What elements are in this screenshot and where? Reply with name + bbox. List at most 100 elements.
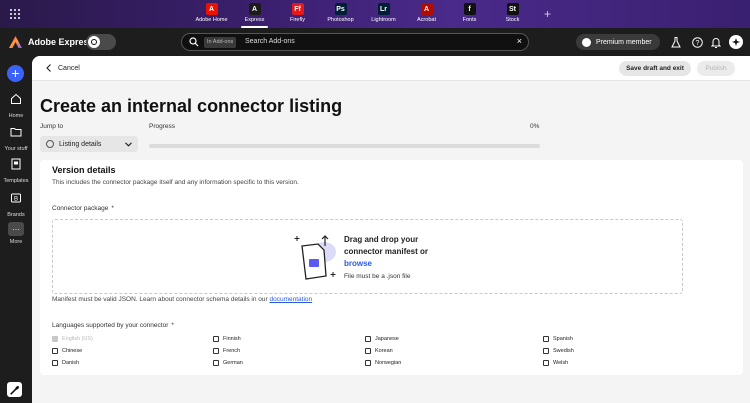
language-name: English (US) [62, 336, 93, 342]
app-firefly-icon: Ff [291, 3, 304, 15]
brand-icon: B [11, 193, 21, 203]
checkbox-icon [543, 360, 549, 366]
checkbox-icon [52, 336, 58, 342]
language-checkbox-finnish[interactable]: Finnish [213, 334, 241, 344]
app-list: A Adobe Home A Express Ff Firefly Ps Photoshop L… [190, 0, 534, 28]
cancel-button[interactable]: Cancel [46, 64, 80, 72]
help-icon[interactable]: ? [691, 36, 703, 48]
app-stock[interactable]: St Stock [491, 0, 534, 28]
lab-flask-icon[interactable] [670, 36, 682, 48]
documentation-link[interactable]: documentation [270, 296, 313, 303]
file-type-note: File must be a .json file [344, 273, 411, 280]
rail-label-templates: Templates [3, 178, 29, 184]
progress-percent: 0% [530, 123, 540, 130]
wrench-tool-icon[interactable] [7, 382, 22, 397]
language-name: Chinese [62, 348, 83, 354]
language-name: Swedish [553, 348, 574, 354]
rail-label-brands: Brands [7, 212, 25, 218]
language-checkbox-japanese[interactable]: Japanese [365, 334, 399, 344]
search-scope-chip[interactable]: In Add-ons [204, 37, 237, 48]
rail-item-brands[interactable]: B Brands [0, 191, 32, 218]
language-checkbox-norwegian[interactable]: Norwegian [365, 358, 401, 368]
app-adobe-home-icon: A [205, 3, 218, 15]
more-dots-icon: ··· [8, 222, 24, 236]
jump-to-label: Jump to [40, 123, 64, 130]
publish-button[interactable]: Publish [697, 61, 735, 76]
languages-label: Languages supported by your connector * [52, 322, 174, 329]
language-name: Danish [62, 360, 80, 366]
drop-title-line-2: connector manifest or [344, 247, 429, 256]
add-app-icon[interactable]: + [544, 7, 551, 21]
save-draft-button[interactable]: Save draft and exit [619, 61, 691, 76]
app-acrobat[interactable]: A Acrobat [405, 0, 448, 28]
file-drop-zone[interactable]: Drag and drop your connector manifest or… [52, 219, 683, 294]
brand-name: Adobe Express [28, 37, 94, 47]
mode-toggle[interactable] [86, 34, 116, 50]
jump-to-value: Listing details [59, 140, 102, 148]
language-checkbox-chinese[interactable]: Chinese [52, 346, 82, 356]
required-mark: * [111, 205, 114, 212]
cancel-label: Cancel [58, 64, 80, 72]
checkbox-icon [365, 348, 371, 354]
drop-zone-title: Drag and drop your connector manifest or… [344, 234, 454, 270]
language-name: Finnish [223, 336, 241, 342]
app-fonts[interactable]: f Fonts [448, 0, 491, 28]
languages-label-text: Languages supported by your connector [52, 322, 169, 329]
rail-item-more[interactable]: ··· More [0, 222, 32, 245]
folder-icon [10, 128, 22, 137]
app-switcher-bar: A Adobe Home A Express Ff Firefly Ps Photoshop L… [0, 0, 750, 28]
premium-member-label: Premium member [596, 38, 652, 46]
search-input[interactable]: Search Add-ons [245, 38, 295, 45]
rail-item-templates[interactable]: Templates [0, 157, 32, 184]
create-new-button[interactable]: + [7, 65, 24, 82]
avatar-pattern-icon [732, 38, 740, 46]
checkbox-icon [365, 336, 371, 342]
app-adobe-home[interactable]: A Adobe Home [190, 0, 233, 28]
language-checkbox-german[interactable]: German [213, 358, 243, 368]
manifest-help-body: Manifest must be valid JSON. Learn about… [52, 296, 270, 303]
app-express[interactable]: A Express [233, 0, 276, 28]
required-mark: * [171, 322, 174, 329]
svg-text:?: ? [695, 40, 699, 47]
rail-item-home[interactable]: Home [0, 92, 32, 119]
avatar[interactable] [729, 35, 743, 49]
language-checkbox-welsh[interactable]: Welsh [543, 358, 568, 368]
progress-label: Progress [149, 123, 176, 130]
checkbox-icon [543, 348, 549, 354]
home-icon [11, 93, 21, 104]
jump-to-picker[interactable]: Listing details [40, 136, 138, 152]
chevron-down-icon [125, 141, 132, 147]
language-name: Japanese [375, 336, 399, 342]
app-fonts-icon: f [463, 3, 476, 15]
language-checkbox-danish[interactable]: Danish [52, 358, 79, 368]
app-firefly[interactable]: Ff Firefly [276, 0, 319, 28]
language-name: Spanish [553, 336, 573, 342]
page-title: Create an internal connector listing [40, 96, 343, 116]
language-checkbox-english-us: English (US) [52, 334, 93, 344]
language-name: Norwegian [375, 360, 402, 366]
upload-file-icon [294, 235, 336, 280]
language-checkbox-spanish[interactable]: Spanish [543, 334, 573, 344]
language-checkbox-korean[interactable]: Korean [365, 346, 393, 356]
main-panel: Cancel Save draft and exit Publish Creat… [32, 56, 750, 403]
app-lightroom-icon: Lr [377, 3, 390, 15]
version-details-card: Version details This includes the connec… [40, 160, 743, 375]
section-heading: Version details [52, 165, 116, 175]
step-status-icon [46, 140, 54, 148]
app-photoshop[interactable]: Ps Photoshop [319, 0, 362, 28]
apps-grid-icon[interactable] [10, 9, 20, 19]
svg-text:B: B [14, 197, 18, 203]
adobe-express-logo[interactable] [9, 36, 22, 48]
app-lightroom[interactable]: Lr Lightroom [362, 0, 405, 28]
language-checkbox-french[interactable]: French [213, 346, 240, 356]
browse-link[interactable]: browse [344, 258, 454, 270]
notifications-bell-icon[interactable] [710, 36, 722, 48]
language-checkbox-swedish[interactable]: Swedish [543, 346, 574, 356]
search-bar[interactable]: In Add-ons Search Add-ons × [181, 33, 529, 51]
back-chevron-icon [46, 64, 51, 72]
app-express-icon: A [248, 3, 261, 15]
checkbox-icon [52, 360, 58, 366]
premium-member-button[interactable]: Premium member [576, 34, 660, 50]
rail-item-your-stuff[interactable]: Your stuff [0, 125, 32, 152]
clear-search-icon[interactable]: × [517, 36, 522, 46]
